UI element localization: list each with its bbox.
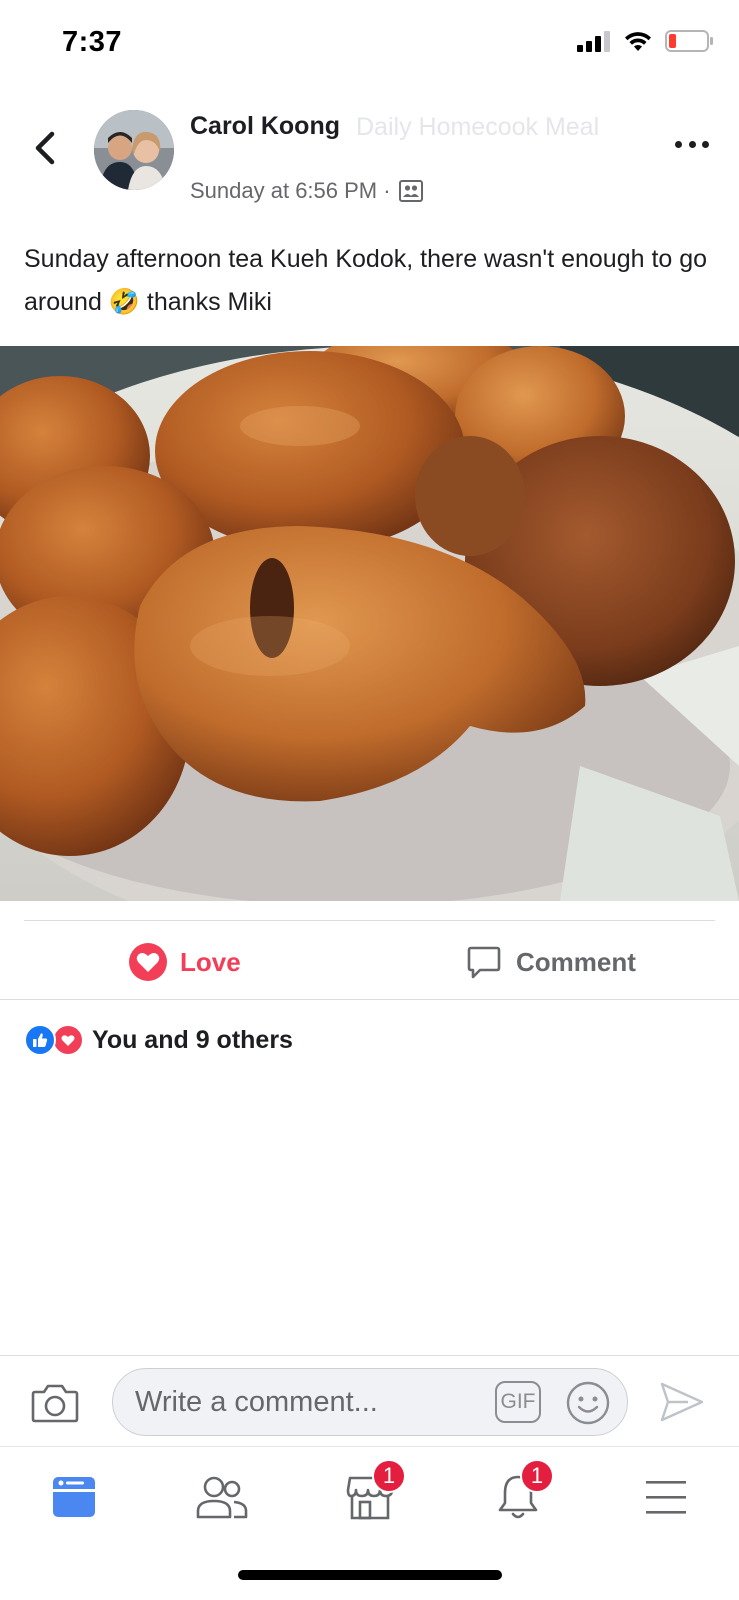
cellular-signal-icon — [577, 31, 610, 52]
home-indicator[interactable] — [238, 1570, 502, 1580]
post-timestamp[interactable]: Sunday at 6:56 PM · — [190, 178, 391, 204]
rofl-emoji-icon: 🤣 — [108, 288, 140, 316]
like-icon — [24, 1024, 56, 1056]
emoji-button[interactable] — [565, 1380, 611, 1426]
avatar-photo — [94, 110, 174, 190]
bottom-tab-bar: 1 1 — [0, 1447, 739, 1547]
comment-button[interactable]: Comment — [466, 940, 636, 984]
wifi-icon — [625, 32, 651, 51]
news-feed-icon — [53, 1477, 95, 1517]
tab-friends[interactable] — [192, 1467, 252, 1527]
comment-input[interactable] — [135, 1369, 465, 1435]
love-label: Love — [180, 946, 241, 977]
tab-marketplace[interactable]: 1 — [340, 1459, 406, 1527]
love-icon — [52, 1024, 84, 1056]
comment-input-box[interactable]: GIF — [112, 1368, 628, 1436]
comment-composer: GIF — [0, 1355, 739, 1447]
status-time: 7:37 — [62, 26, 123, 58]
battery-low-icon — [665, 30, 713, 52]
camera-icon — [31, 1384, 79, 1423]
post-text: Sunday afternoon tea Kueh Kodok, there w… — [24, 238, 714, 324]
gif-button[interactable]: GIF — [495, 1381, 541, 1423]
send-button[interactable] — [658, 1380, 706, 1424]
send-arrow-icon — [660, 1382, 704, 1422]
friends-icon — [196, 1476, 248, 1519]
hamburger-menu-icon — [646, 1481, 686, 1514]
post-photo[interactable] — [0, 346, 739, 901]
tab-news-feed[interactable] — [44, 1467, 104, 1527]
reactions-summary[interactable]: You and 9 others — [24, 1024, 293, 1056]
more-options-button[interactable] — [675, 136, 709, 152]
marketplace-badge: 1 — [372, 1459, 406, 1493]
dot-icon — [702, 140, 709, 148]
status-bar: 7:37 — [0, 0, 739, 90]
comment-bubble-icon — [467, 946, 501, 979]
love-reaction-icon — [129, 943, 167, 981]
comment-label: Comment — [516, 946, 636, 977]
author-avatar[interactable] — [94, 110, 174, 190]
camera-button[interactable] — [30, 1382, 80, 1424]
tab-menu[interactable] — [636, 1467, 696, 1527]
tab-notifications[interactable]: 1 — [488, 1459, 554, 1527]
divider — [24, 920, 715, 921]
post-text-end: thanks Miki — [146, 288, 272, 316]
notifications-badge: 1 — [520, 1459, 554, 1493]
smiley-icon — [566, 1381, 610, 1425]
reactions-count: You and 9 others — [92, 1025, 293, 1054]
author-name[interactable]: Carol Koong — [190, 112, 340, 141]
back-button[interactable] — [28, 126, 64, 170]
photo-fried-fritters — [0, 346, 739, 901]
dot-icon — [688, 140, 696, 148]
post-meta: Sunday at 6:56 PM · — [190, 178, 423, 204]
group-icon — [398, 180, 423, 202]
dot-icon — [675, 140, 682, 148]
love-button[interactable]: Love — [128, 940, 241, 984]
post-header: Carol Koong Daily Homecook Meal Sunday a… — [0, 100, 739, 210]
status-icons — [577, 30, 713, 52]
group-name[interactable]: Daily Homecook Meal — [356, 112, 626, 143]
divider — [0, 999, 739, 1000]
chevron-left-icon — [35, 131, 55, 165]
